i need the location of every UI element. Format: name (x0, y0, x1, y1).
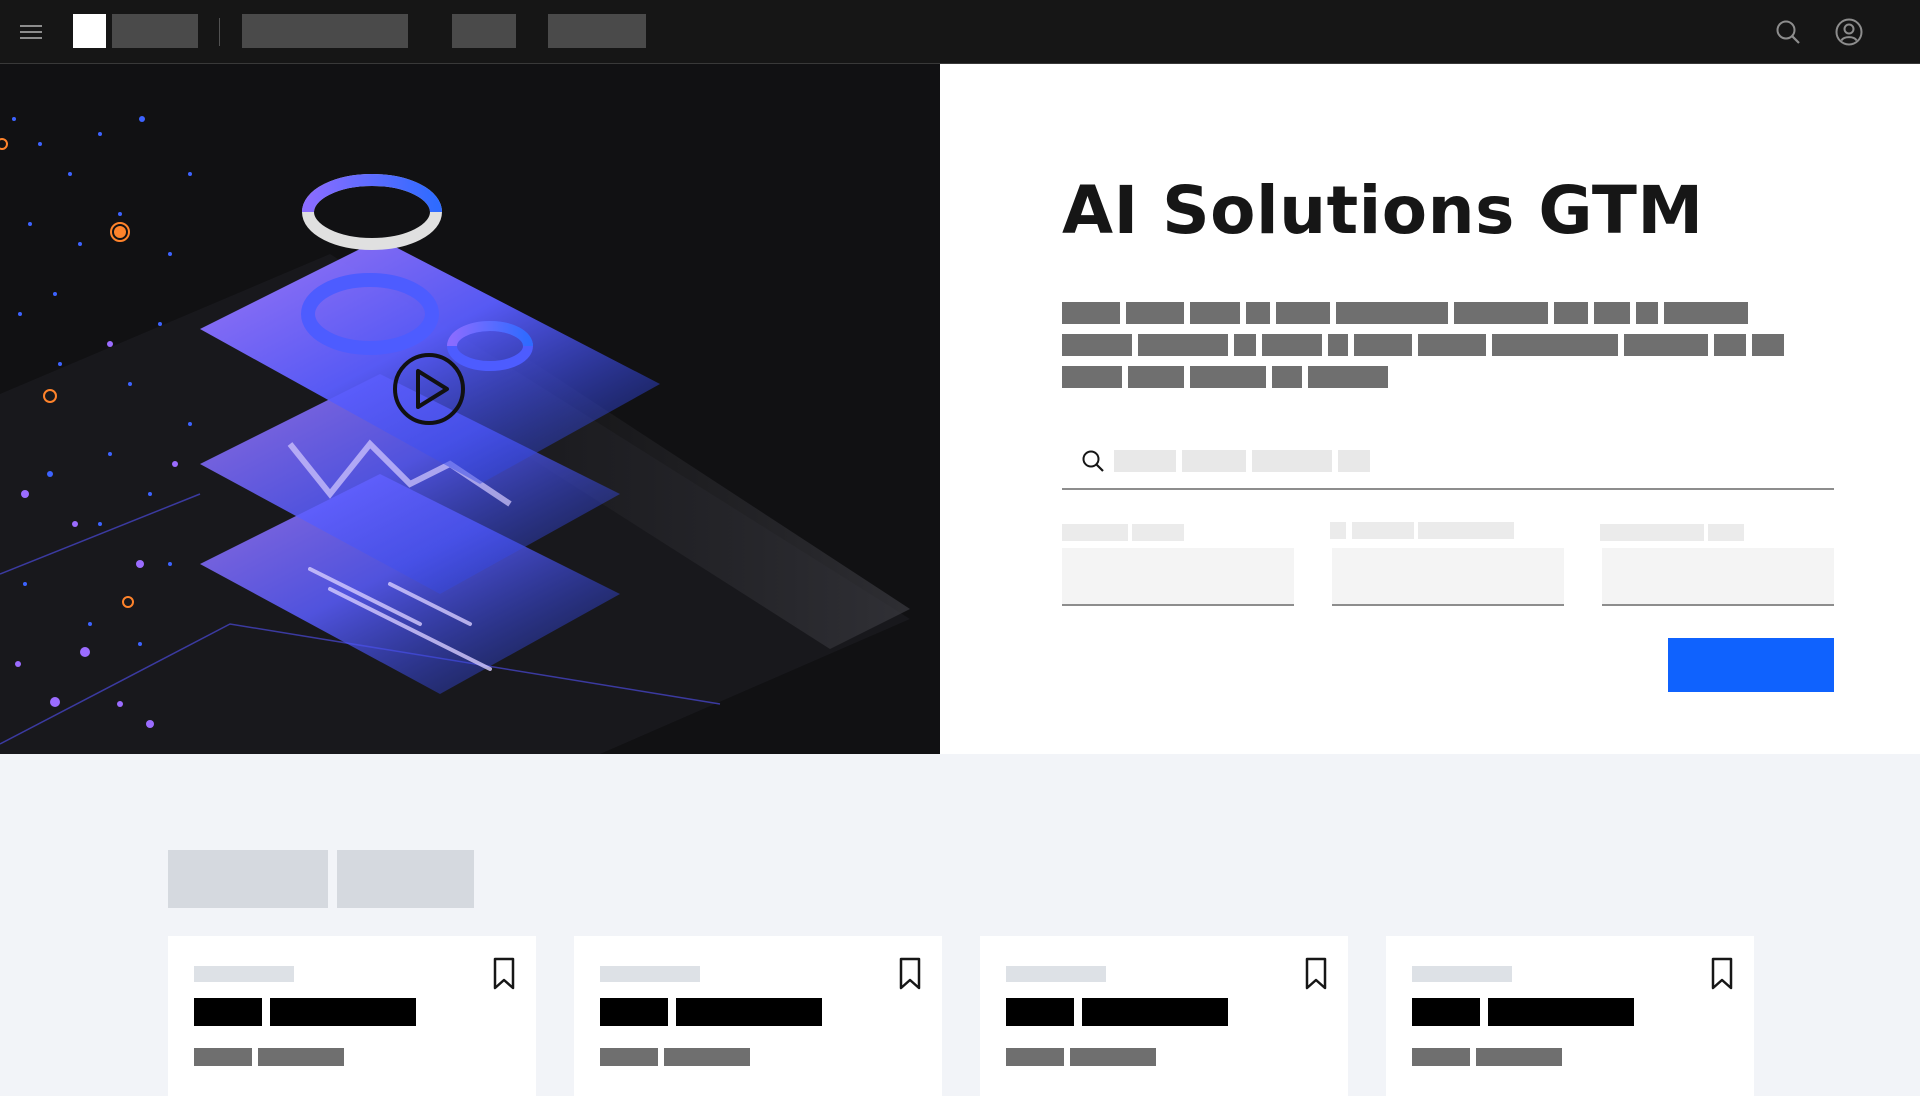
search-icon (1082, 450, 1104, 472)
filter-2-label (1330, 522, 1346, 539)
top-navigation (0, 0, 1920, 64)
tab-1[interactable] (168, 850, 328, 908)
card-eyebrow (600, 966, 700, 982)
card-title-placeholder (1006, 998, 1074, 1026)
primary-action-button[interactable] (1668, 638, 1834, 692)
nav-item-2-placeholder[interactable] (452, 14, 516, 48)
hero-section: AI Solutions GTM (0, 64, 1920, 754)
card-meta-placeholder-2 (1476, 1048, 1562, 1066)
search-input[interactable] (1062, 432, 1834, 490)
card-title-placeholder-2 (676, 998, 822, 1026)
content-card-2[interactable] (574, 936, 942, 1096)
card-meta-placeholder (1412, 1048, 1470, 1066)
filter-1-label-2 (1132, 524, 1184, 541)
brand-logo[interactable] (73, 14, 106, 48)
card-eyebrow (1412, 966, 1512, 982)
hero-video[interactable] (0, 64, 940, 754)
nav-item-3-placeholder[interactable] (548, 14, 646, 48)
tab-2[interactable] (337, 850, 474, 908)
card-meta-placeholder-2 (664, 1048, 750, 1066)
filter-2-label-3 (1418, 522, 1514, 539)
hero-illustration (0, 116, 910, 754)
content-card-4[interactable] (1386, 936, 1754, 1096)
filter-2-label-2 (1352, 522, 1414, 539)
card-title-placeholder-2 (270, 998, 416, 1026)
bookmark-icon[interactable] (1302, 956, 1330, 992)
page-title: AI Solutions GTM (1062, 172, 1704, 249)
nav-item-1-placeholder[interactable] (242, 14, 408, 48)
filter-3-label (1600, 524, 1704, 541)
filter-1-label (1062, 524, 1128, 541)
card-title-placeholder-2 (1488, 998, 1634, 1026)
menu-icon[interactable] (20, 22, 42, 42)
card-eyebrow (1006, 966, 1106, 982)
hero-content: AI Solutions GTM (1062, 64, 1842, 754)
filter-select-3[interactable] (1602, 548, 1834, 606)
brand-name-placeholder[interactable] (112, 14, 198, 48)
card-title-placeholder-2 (1082, 998, 1228, 1026)
card-meta-placeholder (1006, 1048, 1064, 1066)
filter-select-2[interactable] (1332, 548, 1564, 606)
filter-select-1[interactable] (1062, 548, 1294, 606)
content-card-3[interactable] (980, 936, 1348, 1096)
nav-divider (219, 18, 220, 46)
search-icon[interactable] (1774, 18, 1802, 46)
card-title-placeholder (600, 998, 668, 1026)
card-meta-placeholder (194, 1048, 252, 1066)
card-title-placeholder (1412, 998, 1480, 1026)
card-eyebrow (194, 966, 294, 982)
card-meta-placeholder-2 (258, 1048, 344, 1066)
bookmark-icon[interactable] (896, 956, 924, 992)
card-title-placeholder (194, 998, 262, 1026)
content-card-1[interactable] (168, 936, 536, 1096)
card-meta-placeholder (600, 1048, 658, 1066)
card-meta-placeholder-2 (1070, 1048, 1156, 1066)
bookmark-icon[interactable] (1708, 956, 1736, 992)
user-avatar-icon[interactable] (1835, 18, 1863, 46)
bookmark-icon[interactable] (490, 956, 518, 992)
filter-3-label-2 (1708, 524, 1744, 541)
